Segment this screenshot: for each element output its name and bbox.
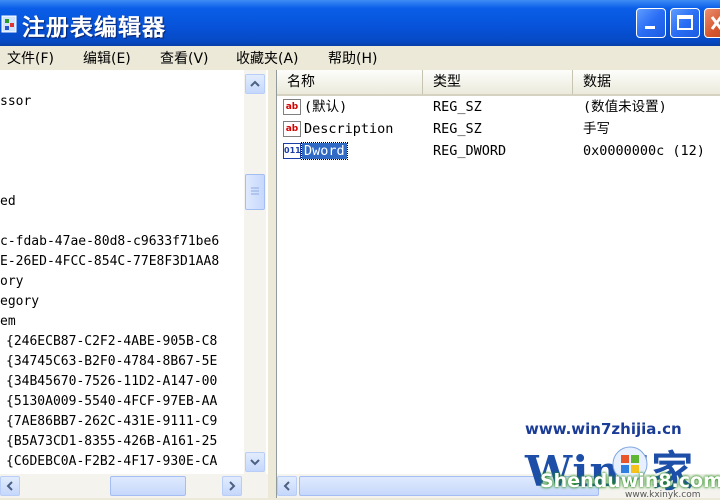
value-type: REG_DWORD	[433, 143, 507, 159]
maximize-button[interactable]	[670, 8, 700, 38]
pane-splitter[interactable]	[268, 70, 276, 498]
scroll-thumb[interactable]	[245, 174, 265, 210]
menu-view[interactable]: 查看(V)	[160, 48, 209, 68]
value-type: REG_SZ	[433, 99, 482, 115]
column-header-name[interactable]: 名称	[277, 70, 423, 94]
tree-item[interactable]: ory	[0, 272, 23, 292]
grip-icon	[251, 187, 259, 195]
watermark-site: Shenduwin8.com	[540, 470, 720, 492]
scroll-up-button[interactable]	[245, 74, 265, 94]
tree-item[interactable]: {B5A73CD1-8355-426B-A161-25	[6, 432, 217, 452]
tree-item[interactable]: egory	[0, 292, 39, 312]
tree-item[interactable]: {7AE86BB7-262C-431E-9111-C9	[6, 412, 217, 432]
menu-bar: 文件(F) 编辑(E) 查看(V) 收藏夹(A) 帮助(H)	[0, 46, 720, 68]
scroll-down-button[interactable]	[245, 452, 265, 472]
list-header: 名称 类型 数据	[277, 70, 720, 96]
value-name: (默认)	[304, 99, 348, 115]
tree-item[interactable]: c-fdab-47ae-80d8-c9633f71be6	[0, 232, 219, 252]
close-button[interactable]	[704, 8, 720, 38]
scroll-right-button[interactable]	[222, 476, 242, 496]
menu-file[interactable]: 文件(F)	[7, 48, 54, 68]
scroll-thumb[interactable]	[110, 476, 186, 496]
registry-editor-icon	[1, 15, 17, 33]
value-name-wrapper: Dword	[301, 140, 348, 162]
column-header-type[interactable]: 类型	[423, 70, 573, 94]
arrow-left-icon	[283, 481, 290, 491]
value-data: (数值未设置)	[583, 99, 667, 115]
table-row[interactable]: 011 Dword REG_DWORD 0x0000000c (12)	[277, 140, 720, 162]
scroll-left-button[interactable]	[0, 476, 20, 496]
window-title: 注册表编辑器	[22, 15, 166, 41]
watermark-url: www.win7zhijia.cn	[525, 420, 682, 438]
tree-item[interactable]: {34745C63-B2F0-4784-8B67-5E	[6, 352, 217, 372]
minimize-icon	[645, 26, 655, 29]
arrow-left-icon	[6, 481, 13, 491]
tree-item[interactable]: {246ECB87-C2F2-4ABE-905B-C8	[6, 332, 217, 352]
maximize-icon	[677, 15, 693, 30]
arrow-down-icon	[250, 459, 260, 466]
menu-edit[interactable]: 编辑(E)	[83, 48, 131, 68]
arrow-up-icon	[250, 80, 260, 87]
value-name: Dword	[301, 142, 348, 160]
tree-item[interactable]: {34B45670-7526-11D2-A147-00	[6, 372, 217, 392]
string-value-icon: ab	[283, 121, 301, 137]
tree-vertical-scrollbar[interactable]	[244, 70, 266, 474]
value-data: 手写	[583, 121, 610, 137]
tree-horizontal-scrollbar[interactable]	[0, 474, 268, 498]
tree-item[interactable]: E-26ED-4FCC-854C-77E8F3D1AA8	[0, 252, 219, 272]
menu-help[interactable]: 帮助(H)	[328, 48, 377, 68]
table-row[interactable]: ab Description REG_SZ 手写	[277, 118, 720, 140]
minimize-button[interactable]	[636, 8, 666, 38]
watermark-sub-url: www.kxinyk.com	[625, 490, 701, 500]
dword-value-icon: 011	[283, 143, 301, 159]
value-data: 0x0000000c (12)	[583, 143, 705, 159]
key-tree-pane[interactable]: ssor ed c-fdab-47ae-80d8-c9633f71be6 E-2…	[0, 70, 269, 498]
scroll-left-button[interactable]	[277, 476, 297, 496]
tree-item[interactable]: {C6DEBC0A-F2B2-4F17-930E-CA	[6, 452, 217, 472]
tree-item[interactable]: ed	[0, 192, 16, 212]
string-value-icon: ab	[283, 99, 301, 115]
tree-item[interactable]: em	[0, 312, 16, 332]
value-type: REG_SZ	[433, 121, 482, 137]
table-row[interactable]: ab (默认) REG_SZ (数值未设置)	[277, 96, 720, 118]
title-bar[interactable]: 注册表编辑器	[0, 0, 720, 46]
column-header-data[interactable]: 数据	[573, 70, 720, 94]
value-name: Description	[304, 121, 394, 137]
arrow-right-icon	[229, 481, 236, 491]
menu-favorites[interactable]: 收藏夹(A)	[236, 48, 299, 68]
tree-item[interactable]: ssor	[0, 92, 31, 112]
tree-item[interactable]: {5130A009-5540-4FCF-97EB-AA	[6, 392, 217, 412]
close-icon	[710, 16, 720, 30]
